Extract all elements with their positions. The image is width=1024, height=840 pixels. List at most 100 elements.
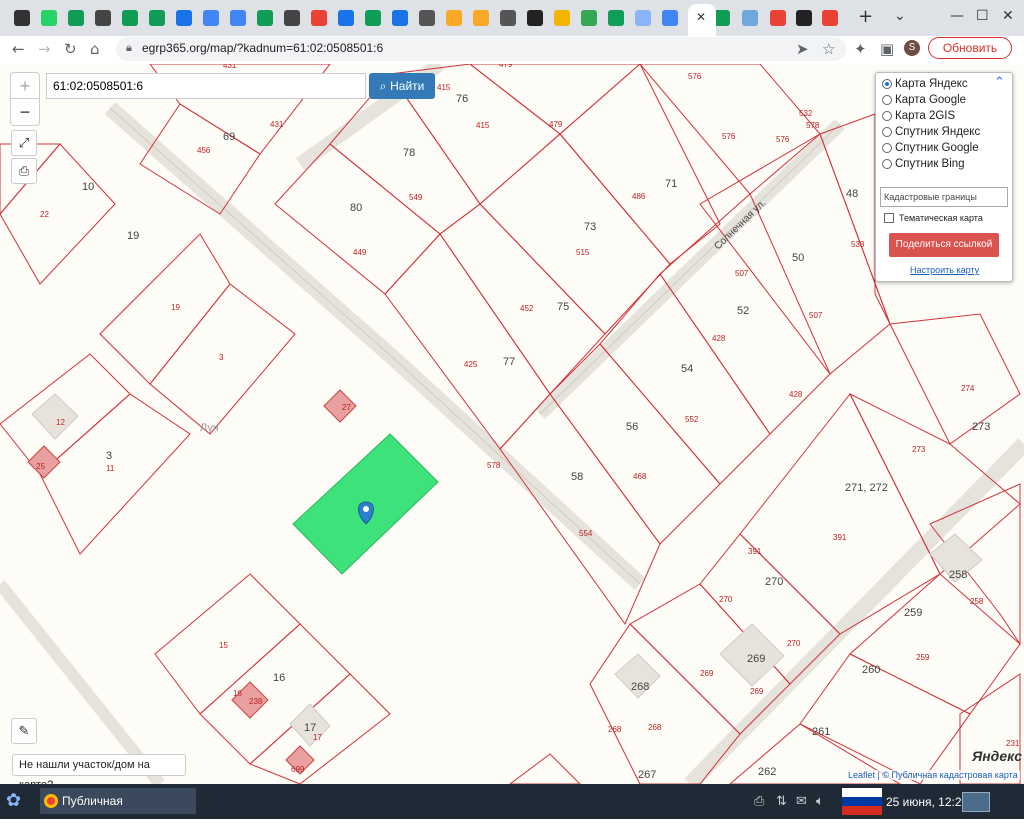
tab-favicon[interactable] [95, 10, 111, 26]
layer-option[interactable]: Карта Google [882, 94, 966, 106]
sidebar-icon[interactable]: ▣ [880, 40, 894, 58]
checkbox[interactable] [884, 213, 894, 223]
maximize-icon[interactable]: ☐ [976, 8, 989, 24]
map-attribution[interactable]: Leaflet | © Публичная кадастровая карта [846, 770, 1020, 780]
extensions-icon[interactable]: ✦ [854, 40, 867, 58]
tab-favicon[interactable] [500, 10, 516, 26]
tab-favicon[interactable] [365, 10, 381, 26]
layer-option[interactable]: Спутник Яндекс [882, 126, 980, 138]
parcel-number-label: 54 [681, 363, 693, 375]
print-icon[interactable]: ⎙ [11, 158, 37, 184]
radio-button[interactable] [882, 159, 892, 169]
cadastral-number-label: 532 [799, 109, 813, 118]
tab-favicon[interactable] [176, 10, 192, 26]
configure-map-link[interactable]: Настроить карту [910, 265, 979, 275]
layer-option[interactable]: Карта Яндекс [882, 78, 968, 90]
home-icon[interactable]: ⌂ [90, 40, 100, 58]
tab-favicon[interactable] [338, 10, 354, 26]
not-found-button[interactable]: Не нашли участок/дом на карте? [12, 754, 186, 784]
parcel-number-label: 267 [638, 769, 656, 781]
parcel-number-label: 75 [557, 301, 569, 313]
desktop-preview[interactable] [962, 792, 990, 812]
tab-favicon[interactable] [554, 10, 570, 26]
minimize-icon[interactable]: — [950, 8, 964, 24]
tab-favicon[interactable] [122, 10, 138, 26]
tab-favicon[interactable] [68, 10, 84, 26]
parcel-number-label: 271, 272 [845, 482, 888, 494]
cadastral-map[interactable]: 69 76 78 80 10 19 73 71 75 77 50 52 54 48 56 58 3 16 17 270… [0, 64, 1024, 784]
tab-favicon[interactable] [662, 10, 678, 26]
chevron-down-icon[interactable]: ⌄ [894, 8, 906, 24]
taskbar-window-item[interactable]: Публичная кадастровая ... [40, 788, 196, 834]
forward-icon[interactable]: → [38, 40, 51, 58]
start-menu-icon[interactable]: ✿ [6, 790, 21, 811]
layer-option[interactable]: Карта 2GIS [882, 110, 955, 122]
cadastral-number-label: 533 [851, 240, 865, 249]
radio-button[interactable] [882, 95, 892, 105]
avatar[interactable]: S [904, 40, 920, 56]
tab-favicon[interactable] [419, 10, 435, 26]
tab-favicon[interactable] [149, 10, 165, 26]
tab-favicon[interactable] [635, 10, 651, 26]
radio-button[interactable] [882, 143, 892, 153]
tab-favicon[interactable] [392, 10, 408, 26]
tab-favicon[interactable] [742, 10, 758, 26]
url-text[interactable]: egrp365.org/map/?kadnum=61:02:0508501:6 [142, 41, 383, 55]
tab-favicon[interactable] [608, 10, 624, 26]
cadastral-number-label: 549 [409, 193, 423, 202]
close-tab-icon[interactable]: ✕ [696, 10, 706, 24]
layer-select[interactable]: Кадастровые границы [880, 187, 1008, 207]
bookmark-star-icon[interactable]: ☆ [822, 40, 835, 58]
layer-option[interactable]: Спутник Google [882, 142, 979, 154]
parcel-number-label: 258 [949, 569, 967, 581]
close-window-icon[interactable]: ✕ [1002, 8, 1014, 24]
parcel-number-label: 78 [403, 147, 415, 159]
zoom-control: + − [10, 72, 40, 126]
ruler-icon[interactable]: ✎ [11, 718, 37, 744]
printer-icon[interactable]: ⎙ [754, 794, 764, 809]
volume-icon[interactable]: 🔈︎ [816, 794, 824, 809]
browser-toolbar: ← → ↻ ⌂ 🔒︎ egrp365.org/map/?kadnum=61:02… [0, 36, 1024, 64]
active-tab[interactable]: ✕ [688, 4, 716, 36]
tab-favicon[interactable] [581, 10, 597, 26]
tab-favicon[interactable] [311, 10, 327, 26]
thematic-map-checkbox[interactable]: Тематическая карта [884, 213, 983, 223]
tab-favicon[interactable] [41, 10, 57, 26]
tab-favicon[interactable] [822, 10, 838, 26]
keyboard-layout-flag[interactable] [842, 788, 882, 815]
tab-favicon[interactable] [203, 10, 219, 26]
tab-favicon[interactable] [714, 10, 730, 26]
tab-favicon[interactable] [284, 10, 300, 26]
tab-favicon[interactable] [14, 10, 30, 26]
search-button[interactable]: ⌕ Найти [369, 73, 435, 99]
fullscreen-icon[interactable]: ⤢ [11, 130, 37, 156]
reload-icon[interactable]: ↻ [64, 40, 77, 58]
back-icon[interactable]: ← [12, 40, 25, 58]
cadastral-number-label: 515 [576, 248, 590, 257]
tab-favicon[interactable] [527, 10, 543, 26]
network-icon[interactable]: ⇅ [776, 794, 787, 809]
tab-favicon[interactable] [473, 10, 489, 26]
tab-favicon[interactable] [230, 10, 246, 26]
map-view[interactable]: 69 76 78 80 10 19 73 71 75 77 50 52 54 48 56 58 3 16 17 270… [0, 64, 1024, 784]
tab-favicon[interactable] [796, 10, 812, 26]
update-button[interactable]: Обновить [928, 37, 1012, 59]
tab-favicon[interactable] [446, 10, 462, 26]
mail-icon[interactable]: ✉ [796, 794, 807, 809]
collapse-chevron-icon[interactable]: ⌃ [994, 75, 1005, 90]
tab-favicon[interactable] [257, 10, 273, 26]
layer-option[interactable]: Спутник Bing [882, 158, 965, 170]
radio-button[interactable] [882, 79, 892, 89]
radio-button[interactable] [882, 127, 892, 137]
cadastral-number-label: 15 [219, 641, 228, 650]
radio-button[interactable] [882, 111, 892, 121]
cadastral-search-input[interactable] [46, 73, 366, 99]
cadastral-number-label: 486 [632, 192, 646, 201]
new-tab-button[interactable]: + [858, 6, 873, 27]
zoom-in-button[interactable]: + [11, 73, 39, 99]
parcel-number-label: 260 [862, 664, 880, 676]
zoom-out-button[interactable]: − [11, 99, 39, 125]
share-link-button[interactable]: Поделиться ссылкой [889, 233, 999, 257]
tab-favicon[interactable] [770, 10, 786, 26]
send-icon[interactable]: ➤ [796, 40, 809, 58]
